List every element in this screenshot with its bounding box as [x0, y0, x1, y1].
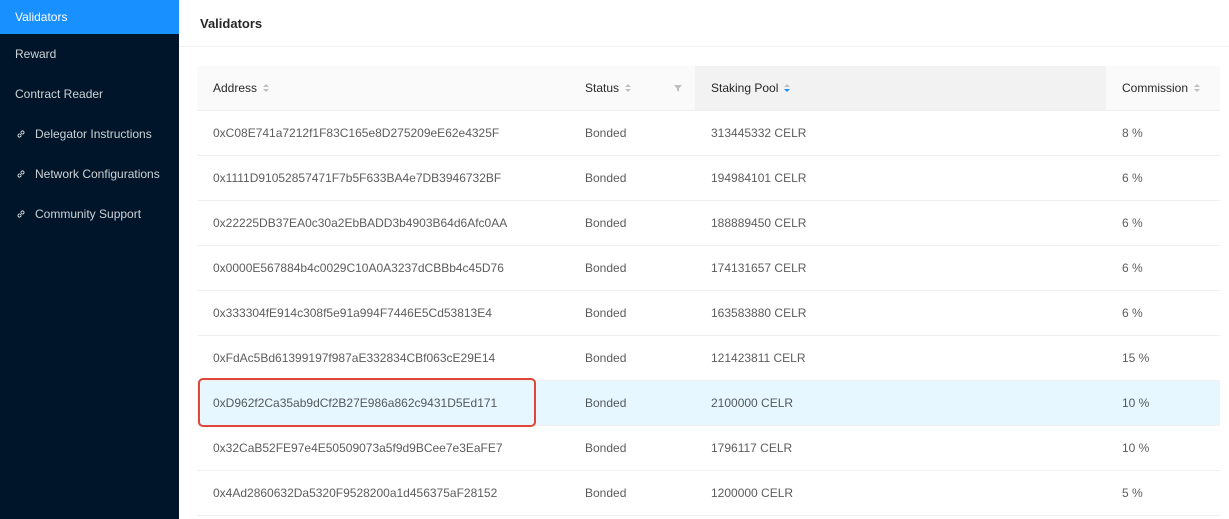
column-header-address[interactable]: Address: [197, 66, 569, 110]
sort-icon[interactable]: [1194, 83, 1201, 93]
sidebar-item-delegator-instructions[interactable]: Delegator Instructions: [0, 114, 179, 154]
status-cell: Bonded: [585, 351, 627, 365]
sort-icon[interactable]: [784, 83, 791, 93]
sidebar-item-community-support[interactable]: Community Support: [0, 194, 179, 234]
sidebar-item-label: Community Support: [35, 207, 142, 221]
page-header: Validators: [179, 0, 1229, 47]
column-label: Status: [585, 81, 620, 95]
link-icon: [15, 128, 27, 140]
commission-cell: 15 %: [1122, 351, 1150, 365]
commission-cell: 8 %: [1122, 126, 1143, 140]
commission-cell: 6 %: [1122, 261, 1143, 275]
status-cell: Bonded: [585, 126, 627, 140]
column-label: Staking Pool: [711, 81, 779, 95]
table-row[interactable]: 0x4Ad2860632Da5320F9528200a1d456375aF281…: [197, 471, 1220, 516]
table-row[interactable]: 0x22225DB37EA0c30a2EbBADD3b4903B64d6Afc0…: [197, 201, 1220, 246]
table-row[interactable]: 0xFdAc5Bd61399197f987aE332834CBf063cE29E…: [197, 336, 1220, 381]
sidebar: Validators Reward Contract Reader Delega…: [0, 0, 179, 519]
sort-icon[interactable]: [263, 83, 270, 93]
table-row[interactable]: 0x0000E567884b4c0029C10A0A3237dCBBb4c45D…: [197, 246, 1220, 291]
staking-pool-cell: 1796117 CELR: [711, 441, 793, 455]
column-header-staking-pool[interactable]: Staking Pool: [695, 66, 1106, 110]
column-label: Commission: [1122, 81, 1189, 95]
main-content: Validators Address Status Staking Pool C…: [179, 0, 1229, 519]
commission-cell: 10 %: [1122, 396, 1150, 410]
staking-pool-cell: 121423811 CELR: [711, 351, 806, 365]
table-row[interactable]: 0x1111D91052857471F7b5F633BA4e7DB3946732…: [197, 156, 1220, 201]
commission-cell: 6 %: [1122, 216, 1143, 230]
column-header-commission[interactable]: Commission: [1106, 66, 1220, 110]
status-cell: Bonded: [585, 171, 627, 185]
sidebar-item-label: Validators: [15, 10, 68, 24]
address-cell: 0x22225DB37EA0c30a2EbBADD3b4903B64d6Afc0…: [213, 216, 508, 230]
address-cell: 0x0000E567884b4c0029C10A0A3237dCBBb4c45D…: [213, 261, 504, 275]
table-row[interactable]: 0xD962f2Ca35ab9dCf2B27E986a862c9431D5Ed1…: [197, 381, 1220, 426]
staking-pool-cell: 1200000 CELR: [711, 486, 794, 500]
table-row[interactable]: 0xC08E741a7212f1F83C165e8D275209eE62e432…: [197, 111, 1220, 156]
status-cell: Bonded: [585, 441, 627, 455]
table-header: Address Status Staking Pool Commission: [197, 66, 1220, 111]
address-cell: 0x333304fE914c308f5e91a994F7446E5Cd53813…: [213, 306, 492, 320]
status-cell: Bonded: [585, 486, 627, 500]
commission-cell: 10 %: [1122, 441, 1150, 455]
link-icon: [15, 168, 27, 180]
address-cell: 0x4Ad2860632Da5320F9528200a1d456375aF281…: [213, 486, 498, 500]
status-cell: Bonded: [585, 306, 627, 320]
sidebar-item-reward[interactable]: Reward: [0, 34, 179, 74]
sort-icon[interactable]: [625, 83, 632, 93]
sidebar-item-label: Delegator Instructions: [35, 127, 152, 141]
column-header-status[interactable]: Status: [569, 66, 695, 110]
page-title: Validators: [200, 15, 263, 31]
column-label: Address: [213, 81, 258, 95]
commission-cell: 6 %: [1122, 171, 1143, 185]
table-row[interactable]: 0x333304fE914c308f5e91a994F7446E5Cd53813…: [197, 291, 1220, 336]
address-cell: 0xD962f2Ca35ab9dCf2B27E986a862c9431D5Ed1…: [213, 396, 498, 410]
sidebar-item-label: Contract Reader: [15, 87, 104, 101]
commission-cell: 6 %: [1122, 306, 1143, 320]
table-row[interactable]: 0x32CaB52FE97e4E50509073a5f9d9BCee7e3EaF…: [197, 426, 1220, 471]
sidebar-item-label: Reward: [15, 47, 57, 61]
address-cell: 0x32CaB52FE97e4E50509073a5f9d9BCee7e3EaF…: [213, 441, 503, 455]
status-cell: Bonded: [585, 261, 627, 275]
validators-table: Address Status Staking Pool Commission 0…: [197, 66, 1220, 516]
table-body: 0xC08E741a7212f1F83C165e8D275209eE62e432…: [197, 111, 1220, 516]
sidebar-item-validators[interactable]: Validators: [0, 0, 179, 34]
sidebar-item-contract-reader[interactable]: Contract Reader: [0, 74, 179, 114]
sidebar-item-label: Network Configurations: [35, 167, 160, 181]
staking-pool-cell: 188889450 CELR: [711, 216, 807, 230]
sidebar-item-network-configurations[interactable]: Network Configurations: [0, 154, 179, 194]
filter-icon[interactable]: [673, 83, 683, 93]
status-cell: Bonded: [585, 216, 627, 230]
address-cell: 0xC08E741a7212f1F83C165e8D275209eE62e432…: [213, 126, 500, 140]
staking-pool-cell: 174131657 CELR: [711, 261, 807, 275]
link-icon: [15, 208, 27, 220]
address-cell: 0x1111D91052857471F7b5F633BA4e7DB3946732…: [213, 171, 502, 185]
status-cell: Bonded: [585, 396, 627, 410]
staking-pool-cell: 313445332 CELR: [711, 126, 807, 140]
staking-pool-cell: 163583880 CELR: [711, 306, 807, 320]
staking-pool-cell: 2100000 CELR: [711, 396, 794, 410]
staking-pool-cell: 194984101 CELR: [711, 171, 807, 185]
address-cell: 0xFdAc5Bd61399197f987aE332834CBf063cE29E…: [213, 351, 496, 365]
commission-cell: 5 %: [1122, 486, 1143, 500]
